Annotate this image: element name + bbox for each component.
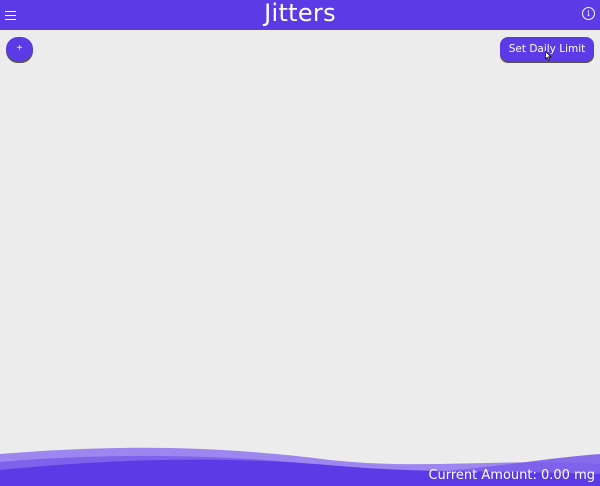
mouse-pointer-icon (545, 51, 552, 61)
app-title: Jitters (264, 0, 336, 27)
add-button[interactable]: + (6, 37, 33, 61)
header-bar: Jitters i (0, 0, 600, 30)
info-icon[interactable]: i (582, 7, 595, 20)
current-amount-label: Current Amount: 0.00 mg (428, 468, 595, 483)
app-window: Jitters i + Set Daily Limit Current Amou… (0, 0, 600, 486)
